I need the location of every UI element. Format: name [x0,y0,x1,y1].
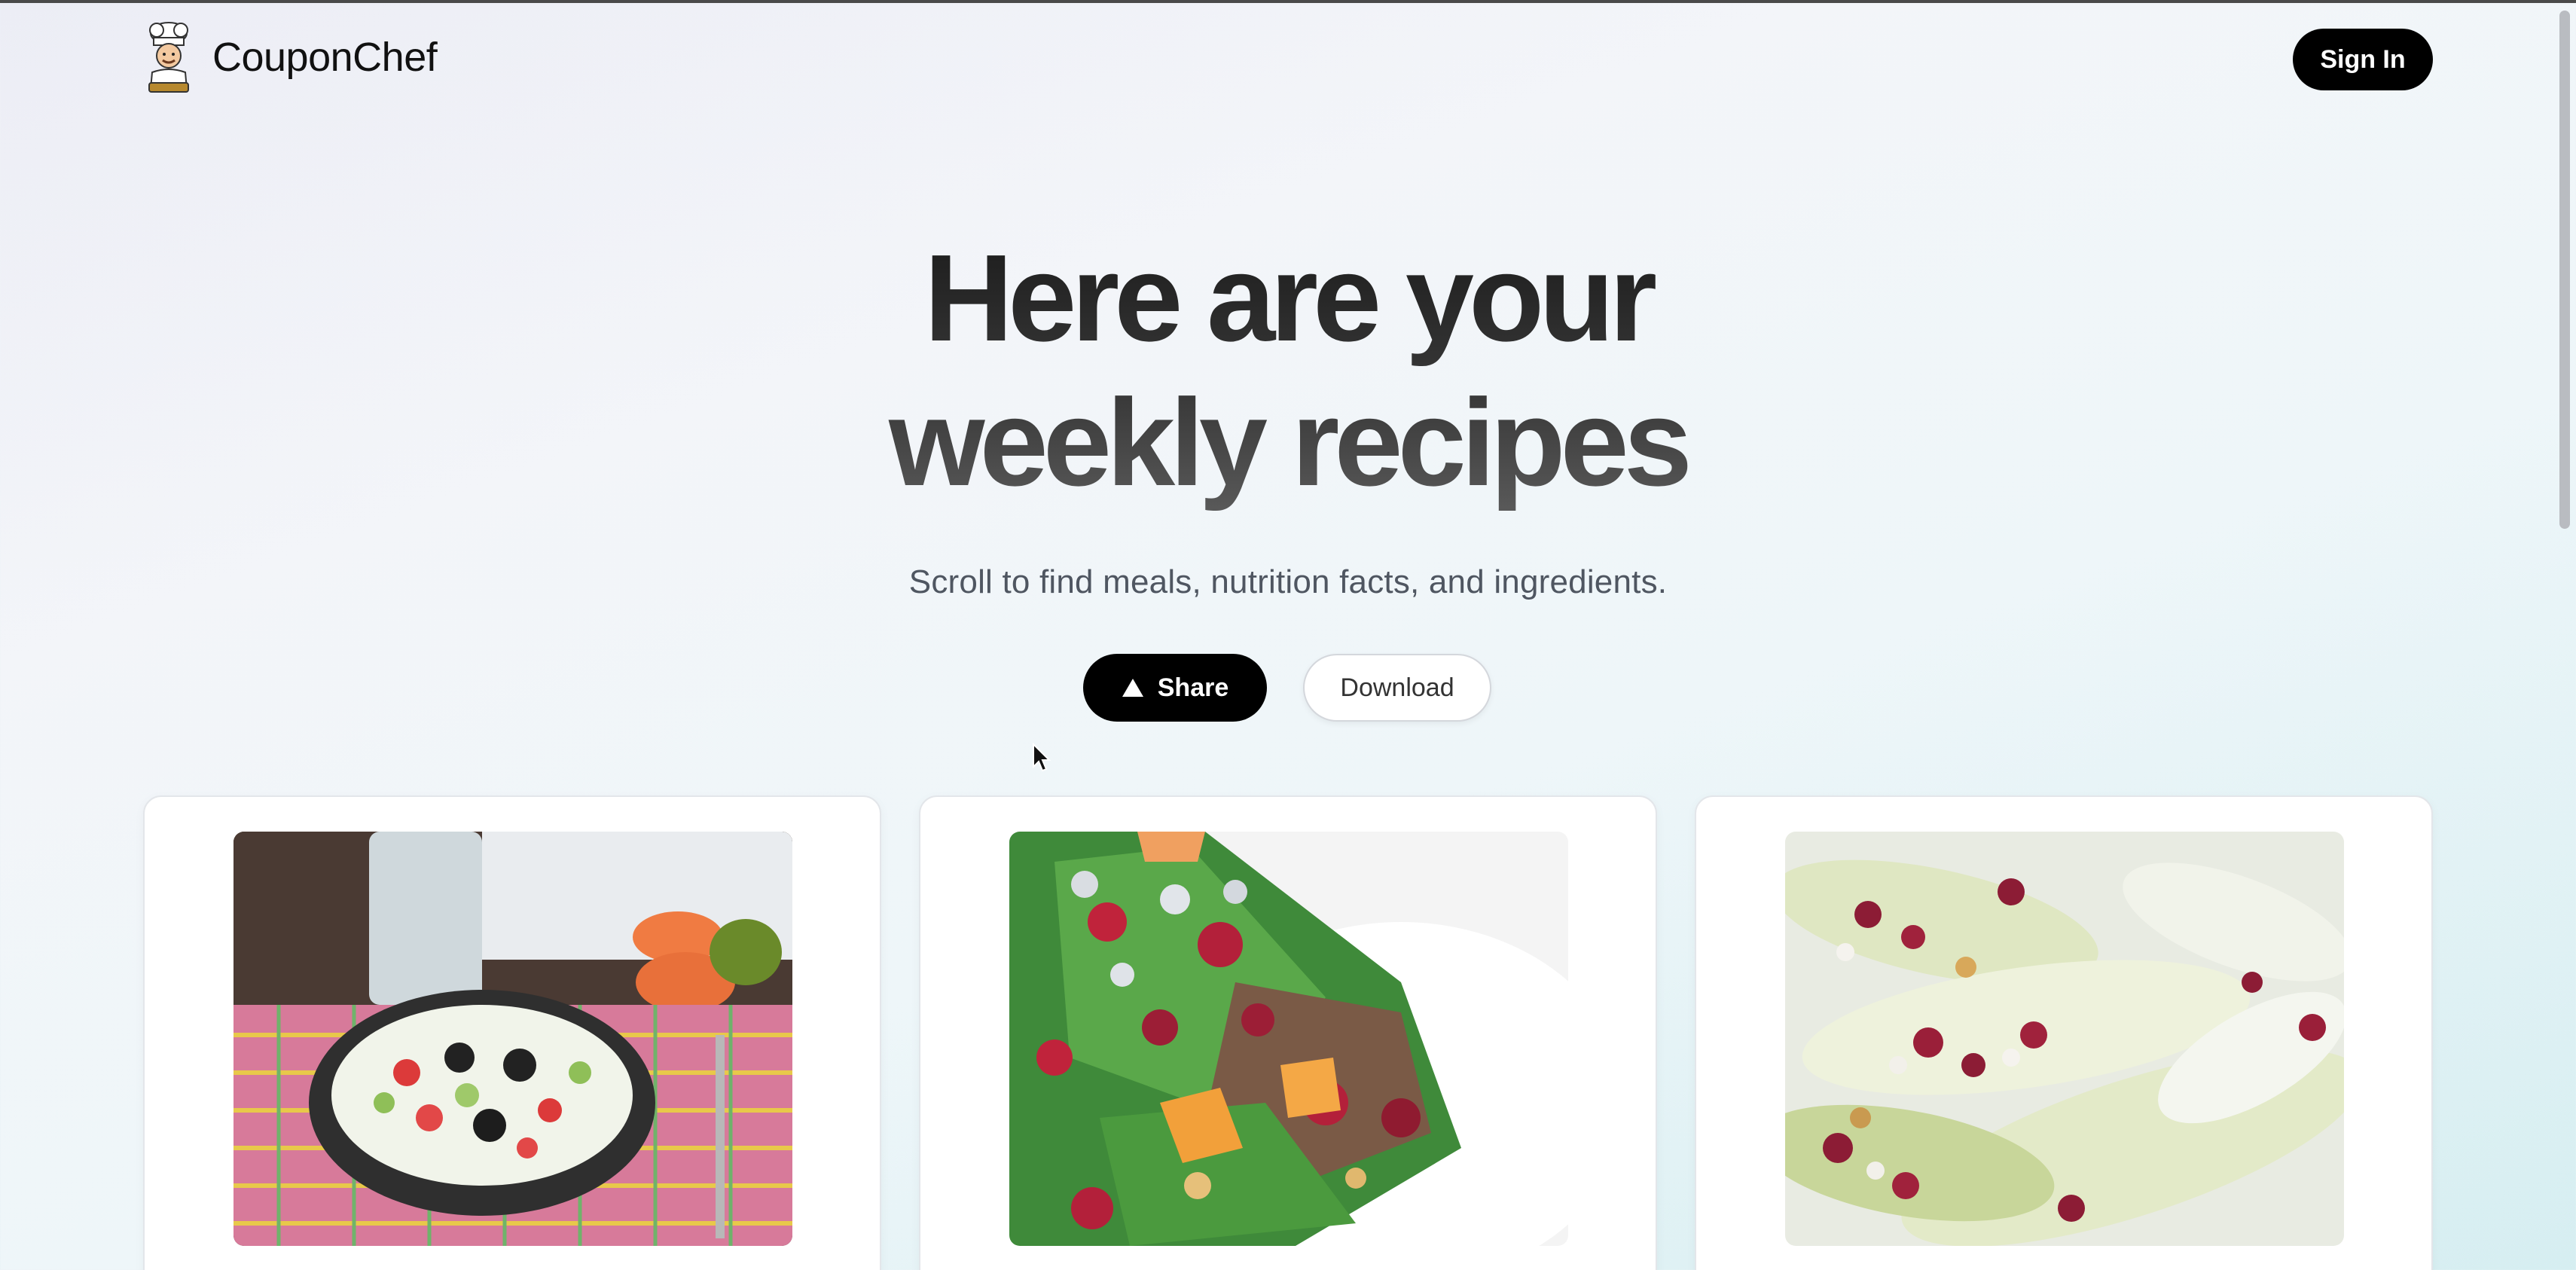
sign-in-button[interactable]: Sign In [2293,29,2433,90]
brand-name: CouponChef [212,35,438,80]
page-scrollbar[interactable] [2559,11,2570,529]
mouse-cursor-icon [1033,743,1051,772]
triangle-up-icon [1122,679,1143,697]
page-title: Here are your weekly recipes [0,226,2576,515]
brand-logo[interactable]: CouponChef [142,20,438,95]
site-header: CouponChef Sign In [0,0,2576,121]
share-button[interactable]: Share [1083,654,1267,722]
recipe-photo[interactable] [1785,832,2344,1246]
download-button[interactable]: Download [1303,654,1491,722]
cranberry-green-salad-image [1009,832,1568,1246]
recipe-card[interactable] [143,795,881,1270]
chef-mascot-icon [148,22,189,93]
share-button-label: Share [1157,673,1229,702]
endive-cranberry-boats-image [1785,832,2344,1246]
fruit-salad-bowl-image [233,832,792,1246]
recipe-card[interactable] [1695,795,2433,1270]
recipe-card[interactable] [919,795,1657,1270]
recipe-photo[interactable] [233,832,792,1246]
recipe-photo[interactable] [1009,832,1568,1246]
page-subtitle: Scroll to find meals, nutrition facts, a… [908,563,1668,600]
page-title-line-2: weekly recipes [889,374,1687,511]
page-title-line-1: Here are your [923,229,1653,367]
